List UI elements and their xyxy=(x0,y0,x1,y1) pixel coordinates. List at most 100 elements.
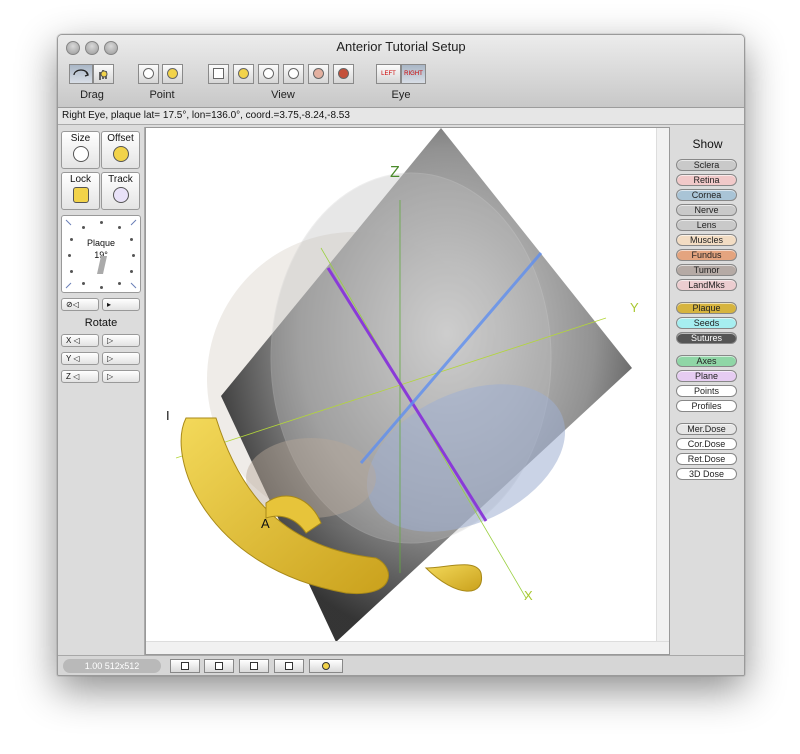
view-label: View xyxy=(271,89,295,101)
show-nerve-toggle[interactable]: Nerve xyxy=(676,204,737,216)
show-panel: Show Sclera Retina Cornea Nerve Lens Muscles F… xyxy=(671,127,744,655)
show-3d-dose-toggle[interactable]: 3D Dose xyxy=(676,468,737,480)
lock-icon xyxy=(72,187,89,203)
show-fundus-toggle[interactable]: Fundus xyxy=(676,249,737,261)
x-axis-label: X xyxy=(524,588,533,603)
viewport-vertical-scrollbar[interactable] xyxy=(656,128,669,654)
y-axis-label: Y xyxy=(630,300,639,315)
copy-image-button[interactable] xyxy=(274,659,304,673)
lock-label: Lock xyxy=(69,174,92,185)
show-sutures-toggle[interactable]: Sutures xyxy=(676,332,737,344)
lock-tool-button[interactable]: Lock xyxy=(61,172,100,210)
status-line: Right Eye, plaque lat= 17.5°, lon=136.0°… xyxy=(58,108,744,125)
zoom-out-button[interactable] xyxy=(170,659,200,673)
app-window: Anterior Tutorial Setup Drag Point View … xyxy=(57,34,745,676)
drag-track-button[interactable] xyxy=(93,64,114,84)
drag-rotate-button[interactable] xyxy=(69,64,93,84)
copy-icon xyxy=(285,662,293,670)
view-tumor-button[interactable] xyxy=(333,64,354,84)
plaque-reset-button[interactable]: ⊘◁ xyxy=(61,298,99,311)
rotate-z-back-button[interactable]: Z ◁ xyxy=(61,370,99,383)
drag-label: Drag xyxy=(80,89,104,101)
clock-hand-icon xyxy=(65,219,137,289)
left-tool-panel: Size Offset Lock Track Plaque 19° ⊘◁ ▸ R… xyxy=(58,127,145,655)
right-eye-button[interactable]: RIGHT xyxy=(401,64,426,84)
view-side-button[interactable] xyxy=(258,64,279,84)
show-plane-toggle[interactable]: Plane xyxy=(676,370,737,382)
point-plaque-button[interactable] xyxy=(162,64,183,84)
point-group xyxy=(138,64,186,86)
fundus-icon xyxy=(313,68,324,79)
offset-label: Offset xyxy=(107,133,134,144)
bottom-bar: 1.00 512x512 xyxy=(58,655,744,675)
zoom-in-button[interactable] xyxy=(204,659,234,673)
rotate-y-forward-button[interactable]: ▷ xyxy=(102,352,140,365)
rotate-x-forward-button[interactable]: ▷ xyxy=(102,334,140,347)
plaque-view-icon xyxy=(238,68,249,79)
eye-globe-icon xyxy=(143,68,154,79)
eye-label: Eye xyxy=(391,89,411,101)
track-label: Track xyxy=(108,174,133,185)
plaque-icon xyxy=(167,68,178,79)
rotate-x-label: X xyxy=(66,336,72,345)
view-fundus-button[interactable] xyxy=(308,64,329,84)
rotate-y-back-button[interactable]: Y ◁ xyxy=(61,352,99,365)
show-profiles-toggle[interactable]: Profiles xyxy=(676,400,737,412)
plaque-seeds-button[interactable] xyxy=(309,659,343,673)
track-icon xyxy=(112,187,129,203)
show-title: Show xyxy=(692,137,723,151)
show-sclera-toggle[interactable]: Sclera xyxy=(676,159,737,171)
view-bottom-button[interactable] xyxy=(283,64,304,84)
show-ret-dose-toggle[interactable]: Ret.Dose xyxy=(676,453,737,465)
view-plaque-button[interactable] xyxy=(233,64,254,84)
view-group xyxy=(208,64,358,86)
rotate-z-forward-button[interactable]: ▷ xyxy=(102,370,140,383)
viewport-horizontal-scrollbar[interactable] xyxy=(146,641,669,654)
view-home-button[interactable] xyxy=(208,64,229,84)
plaque-tab xyxy=(424,564,482,592)
track-tool-button[interactable]: Track xyxy=(101,172,140,210)
hand-icon xyxy=(99,70,108,80)
3d-viewport[interactable]: Z Y X I A xyxy=(145,127,670,655)
size-label: Size xyxy=(70,133,91,144)
home-icon xyxy=(213,68,224,79)
tumor-icon xyxy=(338,68,349,79)
point-label: Point xyxy=(149,89,175,101)
inferior-mark: I xyxy=(166,408,170,423)
show-landmks-toggle[interactable]: LandMks xyxy=(676,279,737,291)
side-view-icon xyxy=(263,68,274,79)
window-title: Anterior Tutorial Setup xyxy=(336,39,466,54)
show-cor-dose-toggle[interactable]: Cor.Dose xyxy=(676,438,737,450)
rotate-x-back-button[interactable]: X ◁ xyxy=(61,334,99,347)
drag-group xyxy=(69,64,115,86)
plaque-clock[interactable]: Plaque 19° xyxy=(61,215,141,293)
size-tool-button[interactable]: Size xyxy=(61,131,100,169)
show-seeds-toggle[interactable]: Seeds xyxy=(676,317,737,329)
show-tumor-toggle[interactable]: Tumor xyxy=(676,264,737,276)
left-eye-button[interactable]: LEFT xyxy=(376,64,401,84)
show-mer-dose-toggle[interactable]: Mer.Dose xyxy=(676,423,737,435)
rotate-y-label: Y xyxy=(66,354,72,363)
eye-group: LEFT RIGHT xyxy=(376,64,426,86)
show-lens-toggle[interactable]: Lens xyxy=(676,219,737,231)
show-plaque-toggle[interactable]: Plaque xyxy=(676,302,737,314)
size-icon xyxy=(72,146,89,162)
home-icon xyxy=(250,662,258,670)
point-eye-button[interactable] xyxy=(138,64,159,84)
rotate-z-label: Z xyxy=(66,372,71,381)
anterior-mark: A xyxy=(261,516,270,531)
show-retina-toggle[interactable]: Retina xyxy=(676,174,737,186)
show-muscles-toggle[interactable]: Muscles xyxy=(676,234,737,246)
bottom-view-icon xyxy=(288,68,299,79)
show-cornea-toggle[interactable]: Cornea xyxy=(676,189,737,201)
show-axes-toggle[interactable]: Axes xyxy=(676,355,737,367)
plaque-seeds-icon xyxy=(322,662,330,670)
eye-model-render xyxy=(175,128,632,642)
plaque-step-button[interactable]: ▸ xyxy=(102,298,140,311)
rotate-arrows-icon xyxy=(73,69,89,77)
zoom-readout: 1.00 512x512 xyxy=(63,659,161,673)
zoom-out-icon xyxy=(181,662,189,670)
home-view-button[interactable] xyxy=(239,659,269,673)
offset-tool-button[interactable]: Offset xyxy=(101,131,140,169)
show-points-toggle[interactable]: Points xyxy=(676,385,737,397)
